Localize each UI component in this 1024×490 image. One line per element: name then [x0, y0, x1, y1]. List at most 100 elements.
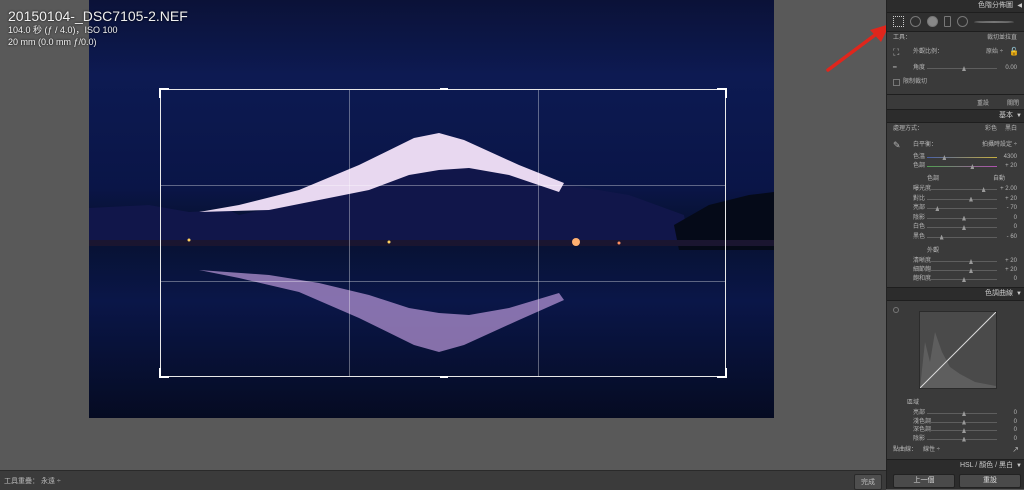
tone-curve-graph[interactable] — [919, 311, 997, 389]
basic-header[interactable]: 基本 ▼ — [887, 110, 1024, 123]
adjust-value[interactable]: 0 — [1014, 409, 1017, 417]
adjust-slider[interactable] — [927, 419, 997, 425]
edit-curve-icon[interactable]: ↗ — [1012, 446, 1019, 454]
slider-knob[interactable] — [962, 225, 966, 230]
crop-frame-icon[interactable]: ⛶ — [893, 48, 899, 57]
adjust-slider[interactable] — [927, 234, 997, 240]
adjust-value[interactable]: + 20 — [1005, 266, 1017, 274]
bw-tab[interactable]: 黑白 — [999, 462, 1013, 469]
angle-slider[interactable] — [927, 66, 997, 71]
image-viewport[interactable]: 20150104-_DSC7105-2.NEF 104.0 秒 (ƒ / 4.0… — [0, 0, 886, 470]
straighten-icon[interactable]: ━ — [893, 64, 897, 72]
wb-select[interactable]: 拍攝時設定 ÷ — [982, 141, 1017, 149]
constrain-label: 限制裁切 — [903, 79, 928, 85]
point-curve-label: 點曲線： — [893, 447, 918, 453]
crop-close-button[interactable]: 關閉 — [1007, 98, 1019, 107]
previous-button[interactable]: 上一個 — [893, 474, 955, 488]
slider-knob[interactable] — [962, 277, 966, 282]
adjust-value[interactable]: 0 — [1014, 275, 1017, 283]
crop-grid-line — [161, 185, 725, 186]
crop-grid-line — [161, 281, 725, 282]
crop-handle-top-left[interactable] — [159, 88, 169, 98]
slider-knob[interactable] — [962, 215, 966, 221]
graduated-filter-icon[interactable] — [944, 16, 951, 27]
adjust-slider[interactable] — [927, 215, 997, 221]
adjust-slider[interactable] — [927, 268, 997, 273]
temp-label: 色溫 — [913, 154, 926, 160]
treatment-bw-button[interactable]: 黑白 — [1005, 125, 1017, 133]
red-eye-icon[interactable] — [927, 16, 938, 27]
constrain-checkbox[interactable] — [893, 79, 900, 86]
tone-curve-header[interactable]: 色調曲線 ▼ — [887, 288, 1024, 301]
adjust-value[interactable]: - 60 — [1007, 233, 1017, 241]
crop-actions: 重設 關閉 — [887, 95, 1024, 110]
adjust-value[interactable]: + 20 — [1005, 195, 1017, 203]
crop-handle-bottom[interactable] — [440, 376, 448, 378]
adjust-slider[interactable] — [927, 411, 997, 416]
slider-knob[interactable] — [969, 259, 973, 264]
treatment-color-button[interactable]: 彩色 — [985, 125, 997, 133]
tool-overlay-label: 工具重疊： — [4, 478, 39, 485]
slider-knob[interactable] — [962, 428, 966, 433]
aspect-select[interactable]: 原始 ÷ — [986, 48, 1003, 56]
color-tab[interactable]: 顏色 — [979, 462, 993, 469]
adjust-label: 陰影 — [913, 435, 926, 442]
adjust-slider[interactable] — [927, 259, 997, 264]
slider-knob[interactable] — [939, 234, 944, 240]
tint-label: 色調 — [913, 163, 926, 169]
crop-tool-icon[interactable] — [893, 16, 904, 27]
tint-slider[interactable] — [927, 164, 997, 169]
adjustment-brush-icon[interactable] — [974, 20, 1014, 23]
eyedropper-icon[interactable]: ✎ — [893, 141, 901, 150]
adjust-slider[interactable] — [927, 187, 997, 192]
lock-icon[interactable]: 🔓 — [1009, 48, 1019, 56]
angle-value[interactable]: 0.00 — [1005, 64, 1017, 72]
slider-knob[interactable] — [962, 411, 966, 416]
crop-reset-button[interactable]: 重設 — [977, 98, 989, 107]
adjust-value[interactable]: 0 — [1014, 214, 1017, 222]
crop-handle-top[interactable] — [440, 88, 448, 90]
radial-filter-icon[interactable] — [957, 16, 968, 27]
crop-section: 工具： 裁切並拉直 ⛶ 外觀比例： 原始 ÷ 🔓 ━ 角度 0.00 限制裁切 — [887, 32, 1024, 95]
adjust-value[interactable]: - 70 — [1007, 204, 1017, 212]
crop-handle-top-right[interactable] — [717, 88, 727, 98]
hsl-tab[interactable]: HSL — [960, 462, 973, 469]
point-curve-select[interactable]: 線性 ÷ — [923, 446, 940, 454]
done-button[interactable]: 完成 — [854, 474, 882, 490]
adjust-row: 清晰度 + 20 — [893, 257, 1019, 265]
slider-knob[interactable] — [969, 196, 973, 202]
histogram-header[interactable]: 色階分佈圖 ◀ — [887, 0, 1024, 13]
slider-knob[interactable] — [981, 187, 986, 192]
adjust-value[interactable]: 0 — [1014, 418, 1017, 426]
aspect-label: 外觀比例： — [913, 49, 944, 55]
crop-handle-bottom-right[interactable] — [717, 368, 727, 378]
adjust-slider[interactable] — [927, 225, 997, 230]
spot-removal-icon[interactable] — [910, 16, 921, 27]
crop-handle-bottom-left[interactable] — [159, 368, 169, 378]
adjust-value[interactable]: 0 — [1014, 426, 1017, 434]
crop-frame[interactable] — [159, 88, 727, 378]
tint-value[interactable]: + 20 — [1005, 162, 1017, 170]
slider-knob[interactable] — [969, 268, 973, 273]
adjust-value[interactable]: 0 — [1014, 223, 1017, 231]
adjust-value[interactable]: + 20 — [1005, 257, 1017, 265]
adjust-slider[interactable] — [927, 196, 997, 202]
reset-button[interactable]: 重設 — [959, 474, 1021, 488]
adjust-slider[interactable] — [927, 436, 997, 442]
adjust-row: 陰影 0 — [893, 435, 1019, 443]
slider-knob[interactable] — [962, 419, 966, 425]
adjust-slider[interactable] — [927, 277, 997, 282]
tool-overlay-selector[interactable]: 工具重疊： 永遠 ÷ — [4, 476, 61, 486]
target-adjust-icon[interactable] — [893, 307, 899, 313]
adjust-slider[interactable] — [927, 206, 997, 211]
slider-knob[interactable] — [935, 206, 940, 211]
adjust-value[interactable]: 0 — [1014, 435, 1017, 443]
slider-knob[interactable] — [962, 436, 966, 442]
auto-tone-button[interactable]: 自動 — [993, 175, 1005, 183]
temp-value[interactable]: 4300 — [1004, 153, 1017, 161]
temp-slider[interactable] — [927, 155, 997, 160]
red-arrow-annotation — [826, 24, 890, 72]
adjust-value[interactable]: + 2.00 — [1000, 185, 1017, 193]
adjust-slider[interactable] — [927, 428, 997, 433]
basic-header-label: 基本 — [999, 112, 1013, 119]
